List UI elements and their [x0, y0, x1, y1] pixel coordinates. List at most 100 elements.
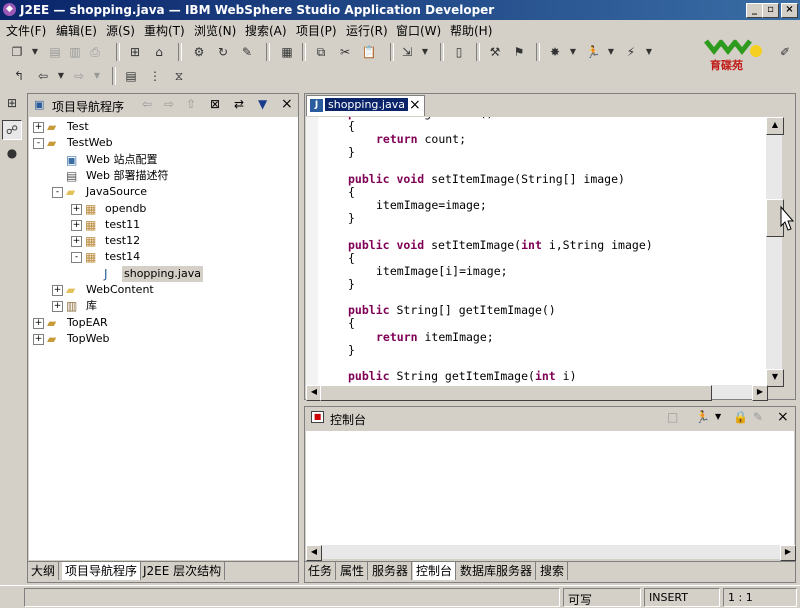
console-hscrollbar[interactable]: ◀ ▶ [306, 545, 796, 561]
tab-properties[interactable]: 属性 [337, 562, 369, 580]
tree-item[interactable]: + ▦ test11 [29, 217, 294, 233]
tree-item[interactable]: + ▰ TopEAR [29, 315, 294, 331]
console-close-icon[interactable]: × [777, 409, 789, 425]
console-scroll-left-icon[interactable]: ◀ [306, 545, 322, 561]
tools-icon[interactable]: ✎ [238, 43, 256, 61]
collapse-all-icon[interactable]: ⊠ [210, 97, 220, 111]
new-dropdown-icon[interactable]: ▼ [26, 43, 44, 61]
process-icon[interactable]: 🏃 [695, 410, 710, 424]
tab-search[interactable]: 搜索 [537, 562, 569, 580]
back-dropdown-icon[interactable]: ▼ [52, 67, 70, 85]
tab-db-servers[interactable]: 数据库服务器 [457, 562, 537, 580]
menu-help[interactable]: 帮助(H) [450, 22, 492, 39]
expand-icon[interactable]: + [71, 219, 82, 231]
refresh-icon[interactable]: ↻ [214, 43, 232, 61]
import-icon[interactable]: ⇲ [398, 43, 416, 61]
tab-j2ee-hierarchy[interactable]: J2EE 层次结构 [140, 562, 226, 580]
hierarchy-icon[interactable]: ⋮ [146, 67, 164, 85]
import-dropdown-icon[interactable]: ▼ [416, 43, 434, 61]
forward-dropdown-icon[interactable]: ▼ [88, 67, 106, 85]
outline-icon[interactable]: ▤ [122, 67, 140, 85]
hscroll-thumb[interactable] [320, 385, 712, 401]
menu-project[interactable]: 项目(P) [296, 22, 337, 39]
expand-icon[interactable]: + [71, 236, 82, 248]
lock-icon[interactable]: 🔒 [733, 410, 748, 424]
menu-run[interactable]: 运行(R) [346, 22, 388, 39]
expand-icon[interactable]: + [52, 301, 63, 313]
code-editor[interactable]: public int getCount(){return count;}publ… [306, 117, 779, 385]
new-icon[interactable]: ❐ [8, 43, 26, 61]
console-output[interactable] [306, 431, 794, 545]
profile-dropdown-icon[interactable]: ▼ [640, 43, 658, 61]
tab-project-navigator[interactable]: 项目导航程序 [62, 562, 142, 580]
debug-dropdown-icon[interactable]: ▼ [564, 43, 582, 61]
menu-window[interactable]: 窗口(W) [396, 22, 441, 39]
nav-forward-icon[interactable]: ⇨ [164, 97, 174, 111]
scroll-down-icon[interactable]: ▼ [766, 369, 784, 387]
tab-servers[interactable]: 服务器 [369, 562, 413, 580]
save-icon[interactable]: ▤ [46, 43, 64, 61]
editor-tab-shopping[interactable]: J shopping.java × [306, 95, 425, 116]
open-type-icon[interactable]: ⊞ [126, 43, 144, 61]
build-icon[interactable]: ⚙ [190, 43, 208, 61]
collapse-icon[interactable]: - [71, 252, 82, 264]
maximize-button[interactable]: ▫ [762, 3, 779, 18]
debug-icon[interactable]: ✸ [546, 43, 564, 61]
filter-icon[interactable]: ⧖ [170, 67, 188, 85]
tab-outline[interactable]: 大纲 [28, 562, 60, 580]
tree-item[interactable]: ▣ Web 站点配置 [29, 152, 294, 168]
menu-refactor[interactable]: 重构(T) [144, 22, 185, 39]
nav-back-icon[interactable]: ⇦ [142, 97, 152, 111]
tab-console[interactable]: 控制台 [413, 562, 457, 580]
console-scroll-right-icon[interactable]: ▶ [780, 545, 796, 561]
forward-icon[interactable]: ⇨ [70, 67, 88, 85]
editor-hscrollbar[interactable]: ◀ ▶ [306, 385, 768, 401]
tree-item[interactable]: - ▦ test14 [29, 249, 294, 265]
minimize-button[interactable]: _ [746, 3, 763, 18]
profile-icon[interactable]: ⚡ [622, 43, 640, 61]
web-perspective-icon[interactable]: ● [3, 144, 21, 162]
tree-item[interactable]: + ▰ TopWeb [29, 331, 294, 347]
j2ee-perspective-button[interactable]: ☍ [2, 120, 22, 140]
collapse-icon[interactable]: - [33, 138, 44, 150]
scroll-right-icon[interactable]: ▶ [752, 385, 768, 401]
menu-edit[interactable]: 编辑(E) [56, 22, 97, 39]
tree-item[interactable]: + ▦ test12 [29, 233, 294, 249]
close-view-icon[interactable]: × [281, 96, 293, 112]
menu-source[interactable]: 源(S) [106, 22, 135, 39]
deploy-icon[interactable]: ⚒ [486, 43, 504, 61]
expand-icon[interactable]: + [52, 285, 63, 296]
publish-icon[interactable]: ⚑ [510, 43, 528, 61]
expand-icon[interactable]: + [33, 317, 44, 329]
expand-icon[interactable]: + [33, 122, 44, 133]
cut-icon[interactable]: ✂ [336, 43, 354, 61]
process-dropdown-icon[interactable]: ▼ [715, 412, 721, 421]
tree-item[interactable]: + ▰ Test [29, 119, 294, 135]
print-icon[interactable]: ⎙ [86, 43, 104, 61]
view-menu-icon[interactable]: ▼ [258, 97, 267, 111]
run-icon[interactable]: 🏃 [584, 43, 602, 61]
tab-tasks[interactable]: 任务 [305, 562, 337, 580]
tree-item[interactable]: Jshopping.java [29, 265, 294, 282]
tree-item[interactable]: - ▰ TestWeb [29, 135, 294, 151]
tree-item[interactable]: - ▰ JavaSource [29, 184, 294, 200]
nav-up-icon[interactable]: ⇧ [186, 97, 196, 111]
back-icon[interactable]: ⇦ [34, 67, 52, 85]
tree-item[interactable]: ▤ Web 部署描述符 [29, 168, 294, 184]
link-editor-icon[interactable]: ⇄ [234, 97, 244, 111]
eraser-icon[interactable]: ✎ [753, 410, 763, 424]
open-perspective-icon[interactable]: ⌂ [150, 43, 168, 61]
open-perspective-button-icon[interactable]: ⊞ [3, 94, 21, 112]
tree-item[interactable]: + ▦ opendb [29, 201, 294, 217]
menu-file[interactable]: 文件(F) [6, 22, 46, 39]
copy-icon[interactable]: ⧉ [312, 43, 330, 61]
expand-icon[interactable]: + [71, 203, 82, 215]
page-icon[interactable]: ▯ [450, 43, 468, 61]
expand-icon[interactable]: + [33, 333, 44, 345]
tree-item[interactable]: + ▥ 库 [29, 298, 294, 314]
close-button[interactable]: × [781, 3, 798, 18]
menu-navigate[interactable]: 浏览(N) [194, 22, 236, 39]
scroll-up-icon[interactable]: ▲ [766, 117, 784, 135]
server-icon[interactable]: ▦ [278, 43, 296, 61]
clear-console-icon[interactable]: □ [667, 410, 678, 424]
